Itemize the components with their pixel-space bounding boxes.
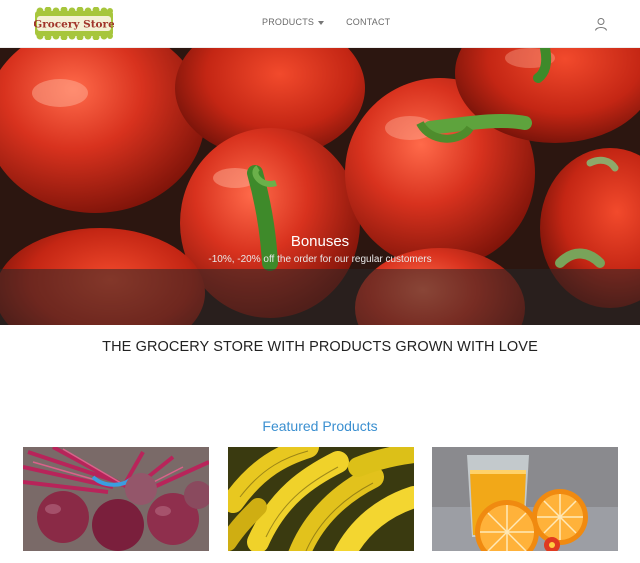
nav-products-label: PRODUCTS	[262, 17, 315, 27]
beets-image	[23, 447, 209, 551]
product-card-bananas[interactable]	[228, 447, 414, 551]
product-card-beets[interactable]	[23, 447, 209, 551]
hero-subtitle: -10%, -20% off the order for our regular…	[208, 254, 432, 265]
bananas-image	[228, 447, 414, 551]
nav-contact[interactable]: CONTACT	[346, 17, 390, 27]
hero-caption-band	[0, 269, 640, 325]
header: Grocery Store PRODUCTS CONTACT	[0, 0, 640, 48]
product-card-orange-juice[interactable]	[432, 447, 618, 551]
tagline: THE GROCERY STORE WITH PRODUCTS GROWN WI…	[102, 339, 538, 355]
hero-title: Bonuses	[290, 233, 350, 250]
logo[interactable]: Grocery Store	[33, 6, 115, 41]
featured-products-heading: Featured Products	[262, 418, 378, 434]
logo-text: Grocery Store	[34, 19, 114, 31]
chevron-down-icon	[318, 20, 325, 25]
orange-juice-image	[432, 447, 618, 551]
hero-banner	[0, 48, 640, 325]
main-nav: PRODUCTS CONTACT	[262, 17, 390, 27]
nav-products[interactable]: PRODUCTS	[262, 17, 325, 27]
user-icon[interactable]	[594, 16, 608, 31]
